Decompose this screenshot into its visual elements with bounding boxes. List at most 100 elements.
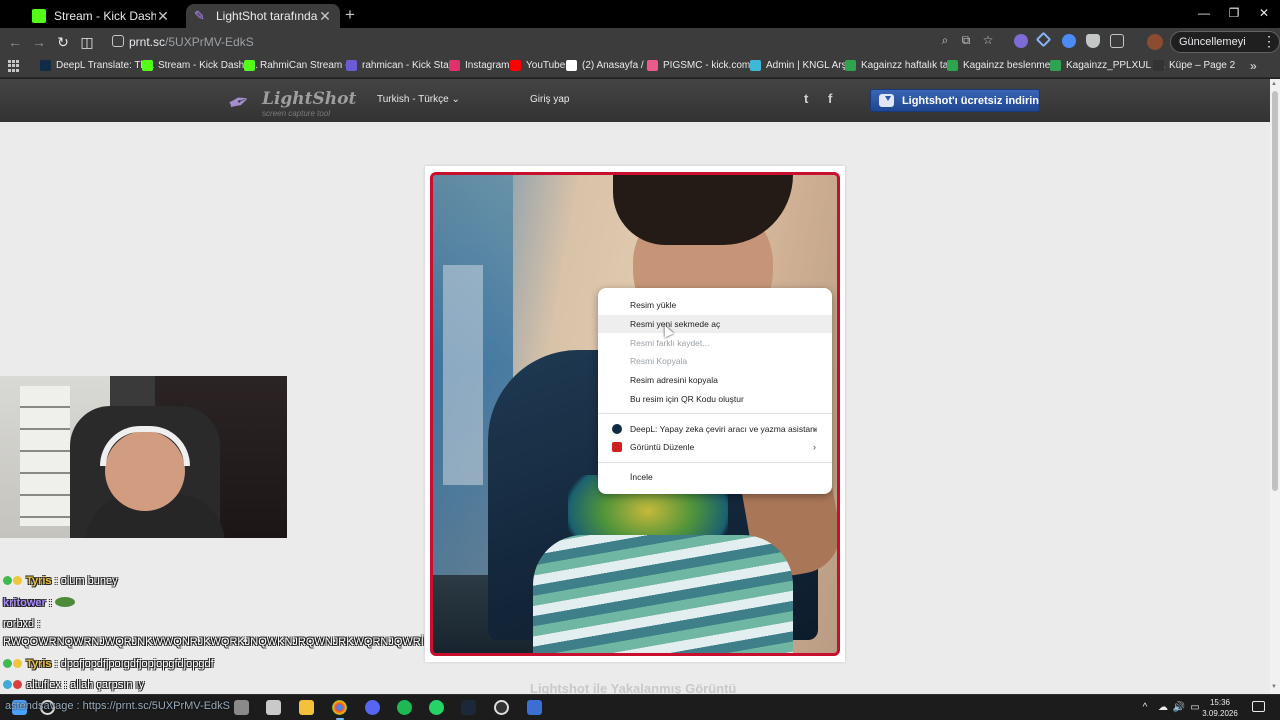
chrome-icon[interactable]: [332, 700, 347, 715]
new-tab-button[interactable]: +: [345, 5, 355, 25]
menu-item-edit-image[interactable]: Görüntü Düzenle ›: [598, 438, 832, 456]
bookmark-item[interactable]: Küpe – Page 2: [1153, 60, 1235, 71]
bookmark-item[interactable]: Instagram: [449, 60, 509, 71]
spotify-icon[interactable]: [397, 700, 412, 715]
badge-icon: [3, 680, 12, 689]
extension-icon[interactable]: [1014, 34, 1028, 48]
scroll-down-icon[interactable]: ▼: [1271, 684, 1277, 690]
extensions-puzzle-icon[interactable]: [1110, 34, 1124, 48]
close-tab-icon[interactable]: ✕: [318, 8, 332, 25]
menu-divider: [598, 413, 832, 414]
menu-item-load-image[interactable]: Resim yükle: [598, 296, 832, 314]
youtube-icon: [510, 60, 521, 71]
close-tab-icon[interactable]: ✕: [156, 8, 170, 25]
chat-username: Tyris: [26, 575, 52, 587]
chat-username: rorbxd: [3, 618, 35, 630]
menu-item-copy-image-address[interactable]: Resim adresini kopyala: [598, 371, 832, 389]
tab-kick-dashboard[interactable]: Stream - Kick Dashboard ✕: [24, 4, 178, 28]
steam-icon[interactable]: [461, 700, 476, 715]
volume-icon[interactable]: 🔊: [1172, 702, 1186, 713]
chat-message: kritower :: [3, 597, 75, 609]
cast-icon[interactable]: ⧉: [958, 33, 974, 48]
bookmark-item[interactable]: YouTube: [510, 60, 565, 71]
bookmark-item[interactable]: Admin | KNGL Arşiv: [750, 60, 854, 71]
sheets-icon: [845, 60, 856, 71]
bookmarks-overflow-icon[interactable]: »: [1250, 59, 1257, 73]
page-icon: [1153, 60, 1164, 71]
date-text: 3.09.2026: [1202, 709, 1238, 718]
cloud-icon[interactable]: ☁: [1156, 702, 1170, 713]
app-icon[interactable]: [527, 700, 542, 715]
login-link[interactable]: Giriş yap: [530, 94, 569, 105]
extension-icon[interactable]: [1035, 31, 1052, 48]
sheets-icon: [947, 60, 958, 71]
whatsapp-icon[interactable]: [429, 700, 444, 715]
restore-button[interactable]: ❐: [1224, 6, 1244, 20]
bookmark-item[interactable]: Stream - Kick Dashb...: [142, 60, 258, 71]
chat-text: olum buney: [60, 575, 118, 587]
apps-grid-icon[interactable]: [8, 60, 20, 72]
url-text[interactable]: prnt.sc/5UXPrMV-EdkS: [129, 35, 254, 49]
reload-button[interactable]: ↻: [55, 34, 71, 51]
chat-username: kritower: [3, 597, 46, 609]
back-button[interactable]: ←: [7, 34, 23, 50]
menu-kebab-icon[interactable]: ⋮: [1262, 33, 1276, 50]
badge-icon: [13, 659, 22, 668]
chat-message: astendsavage : https://prnt.sc/5UXPrMV-E…: [5, 700, 230, 712]
deepl-icon: [612, 424, 622, 434]
bookmark-star-icon[interactable]: ☆: [980, 33, 996, 47]
discord-icon[interactable]: [365, 700, 380, 715]
close-window-button[interactable]: ✕: [1254, 6, 1274, 20]
scrollbar-thumb[interactable]: [1272, 91, 1278, 491]
bookmark-item[interactable]: DeepL Translate: Th...: [40, 60, 154, 71]
split-view-button[interactable]: ◫: [79, 34, 95, 51]
instagram-icon: [449, 60, 460, 71]
bookmark-item[interactable]: RahmiCan Stream -...: [244, 60, 357, 71]
download-button[interactable]: Lightshot'ı ücretsiz indirin: [870, 89, 1040, 112]
zoom-icon[interactable]: ⌕: [937, 33, 953, 48]
address-bar[interactable]: prnt.sc/5UXPrMV-EdkS: [104, 30, 1004, 54]
avatar[interactable]: [1147, 34, 1163, 50]
bookmark-item[interactable]: Kagainzz_PPLXUL -...: [1050, 60, 1165, 71]
menu-item-open-image-new-tab[interactable]: Resmi yeni sekmede aç: [598, 315, 832, 333]
lightshot-header: ✒ LightShot screen capture tool Turkish …: [0, 79, 1270, 122]
badge-icon: [13, 680, 22, 689]
bookmark-item[interactable]: (2) Anasayfa / X: [566, 60, 653, 71]
bookmark-item[interactable]: rahmican - Kick Stat...: [346, 60, 460, 71]
bookmark-item[interactable]: Kagainzz beslenme...: [947, 60, 1059, 71]
kick-icon: [32, 9, 46, 23]
taskbar-clock[interactable]: 15:36 3.09.2026: [1200, 697, 1240, 719]
extension-icon[interactable]: [1062, 34, 1076, 48]
page-scrollbar[interactable]: ▲ ▼: [1270, 79, 1280, 694]
menu-item-deepl[interactable]: DeepL: Yapay zeka çeviri aracı ve yazma …: [598, 420, 832, 438]
bookmark-item[interactable]: Kagainzz haftalık ta...: [845, 60, 957, 71]
scroll-up-icon[interactable]: ▲: [1271, 81, 1277, 87]
notifications-icon[interactable]: [1252, 701, 1265, 712]
chat-message: Tyris : dpofjopdfjpoıgdfjopjopgfdjopgdf: [3, 658, 214, 670]
frog-emote-icon: [54, 597, 75, 607]
shield-icon[interactable]: [1086, 34, 1100, 48]
facebook-icon[interactable]: f: [828, 91, 832, 106]
file-explorer-icon[interactable]: [299, 700, 314, 715]
tab-strip: Stream - Kick Dashboard ✕ ✎ LightShot ta…: [0, 0, 1280, 28]
chat-username: Tyris: [26, 658, 52, 670]
badge-icon: [3, 659, 12, 668]
menu-item-save-image-as[interactable]: Resmi farklı kaydet...: [598, 334, 832, 352]
forward-button[interactable]: →: [31, 34, 47, 50]
site-info-icon[interactable]: [112, 35, 124, 47]
twitter-icon[interactable]: t: [804, 91, 808, 106]
app-icon[interactable]: [234, 700, 249, 715]
app-icon[interactable]: [266, 700, 281, 715]
menu-item-qr-code[interactable]: Bu resim için QR Kodu oluştur: [598, 390, 832, 408]
shield-icon: [750, 60, 761, 71]
tab-lightshot[interactable]: ✎ LightShot tarafından Ekran Görü ✕: [186, 4, 340, 28]
minimize-button[interactable]: —: [1194, 6, 1214, 20]
obs-icon[interactable]: [494, 700, 509, 715]
menu-item-copy-image[interactable]: Resmi Kopyala: [598, 352, 832, 370]
menu-item-inspect[interactable]: İncele: [598, 468, 832, 486]
bookmark-item[interactable]: PIGSMC - kick.com/...: [647, 60, 761, 71]
feather-icon: ✒: [223, 84, 255, 120]
context-menu: Resim yükle Resmi yeni sekmede aç Resmi …: [598, 288, 832, 494]
tray-overflow-icon[interactable]: ^: [1138, 702, 1152, 713]
language-select[interactable]: Turkish - Türkçe ⌄: [377, 94, 460, 105]
